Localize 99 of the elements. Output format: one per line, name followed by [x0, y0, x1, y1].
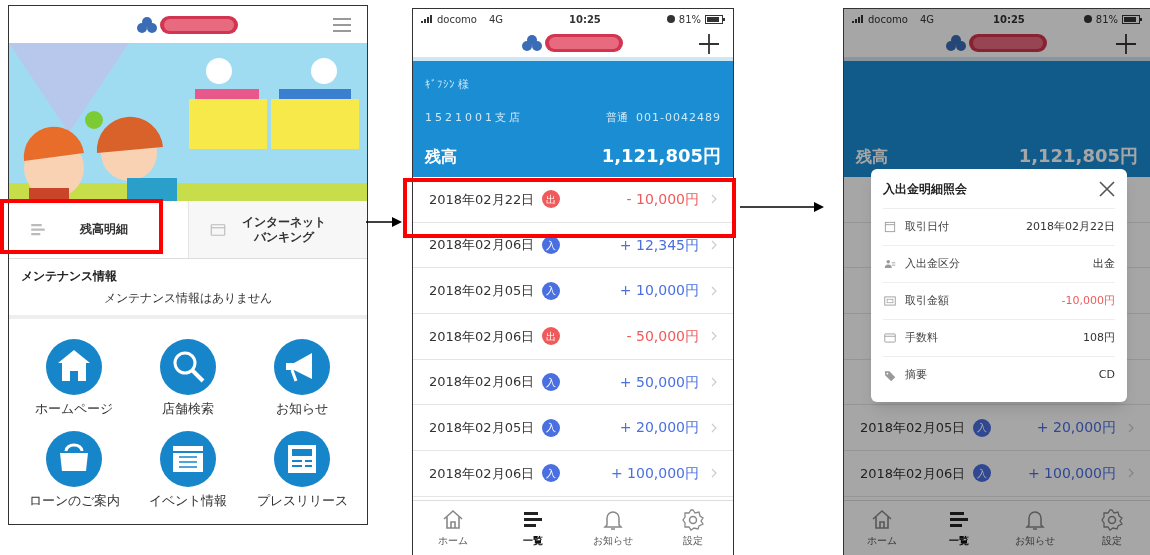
field-label: 取引金額: [905, 292, 949, 309]
status-time: 10:25: [993, 12, 1025, 27]
field-label: 摘要: [905, 367, 927, 384]
account-holder: ｷﾞﾌｼﾝ 様: [425, 77, 471, 93]
balance-label: 残高: [425, 146, 457, 168]
section-title: メンテナンス情報: [21, 268, 118, 285]
signal-icon: [421, 15, 433, 23]
shortcut-button[interactable]: インターネットバンキング: [187, 201, 367, 258]
status-time: 10:25: [569, 12, 601, 27]
person-icon: [883, 257, 897, 271]
logo-icon: [521, 32, 625, 54]
arrow-icon: [366, 217, 402, 227]
calendar-icon[interactable]: [160, 430, 216, 487]
tab-item[interactable]: 一覧: [493, 501, 573, 555]
bell-icon: [601, 508, 625, 532]
logo-icon: [945, 32, 1049, 54]
chevron-icon: [711, 468, 717, 479]
amount-text: + 100,000円: [1027, 463, 1116, 483]
balance-label: 残高: [856, 146, 888, 168]
field-label: 入出金区分: [905, 255, 960, 272]
field-label: 手数料: [905, 329, 938, 346]
plus-icon[interactable]: [1116, 34, 1136, 54]
battery-percent: 81%: [1095, 12, 1118, 27]
chevron-icon: [711, 331, 717, 342]
home-icon: [441, 508, 465, 532]
house-icon[interactable]: [46, 339, 102, 395]
menu-label[interactable]: ローンのご案内: [28, 490, 120, 510]
signal-icon: [852, 15, 864, 23]
menu-label[interactable]: お知らせ: [276, 399, 328, 419]
type-badge: 出: [542, 327, 561, 346]
dialog-title: 入出金明細照会: [883, 180, 967, 198]
balance-amount: 1,121,805円: [601, 144, 721, 168]
field-value: -10,000円: [1061, 292, 1115, 309]
field-value: 2018年02月22日: [1026, 218, 1115, 235]
arrow-icon: [740, 202, 824, 212]
chevron-icon: [1128, 422, 1134, 433]
type-badge: 入: [973, 464, 992, 483]
tab-item[interactable]: ホーム: [844, 501, 921, 555]
amount-text: + 100,000円: [610, 463, 699, 483]
info-message: メンテナンス情報はありません: [103, 290, 273, 307]
newspaper-icon[interactable]: [274, 430, 330, 487]
battery-icon: [1122, 14, 1142, 24]
type-badge: 入: [542, 281, 561, 300]
amount-text: + 50,000円: [619, 372, 699, 392]
chevron-icon: [1128, 468, 1134, 479]
tab-item[interactable]: お知らせ: [573, 501, 653, 555]
amount-text: - 10,000円: [626, 189, 699, 209]
type-badge: 入: [542, 464, 561, 483]
network-type: 4G: [919, 12, 935, 27]
tag-icon: [883, 368, 897, 383]
chevron-icon: [711, 377, 717, 388]
megaphone-icon[interactable]: [274, 339, 330, 395]
account-number: 001-0042489: [636, 109, 721, 126]
amount-text: + 20,000円: [1036, 418, 1116, 438]
network-type: 4G: [488, 12, 504, 27]
calendar-icon: [883, 220, 897, 234]
settings-icon: [1099, 508, 1124, 532]
logo-icon: [136, 13, 240, 36]
chevron-icon: [711, 422, 717, 433]
chevron-icon: [711, 194, 717, 205]
bell-icon: [1023, 508, 1048, 532]
amount-text: + 20,000円: [619, 418, 699, 438]
account-type: 普通: [606, 109, 629, 126]
menu-label[interactable]: プレスリリース: [256, 490, 348, 510]
type-badge: 出: [542, 190, 561, 209]
carrier-name: docomo: [868, 12, 908, 27]
field-label: 取引日付: [905, 218, 949, 235]
menu-icon[interactable]: [333, 18, 351, 32]
amount-text: + 10,000円: [619, 281, 699, 301]
chevron-icon: [711, 240, 717, 251]
type-badge: 入: [542, 373, 561, 392]
tab-item[interactable]: ホーム: [413, 501, 493, 555]
menu-label[interactable]: 店舗検索: [162, 399, 214, 419]
balance-amount: 1,121,805円: [1018, 144, 1138, 168]
menu-label[interactable]: イベント情報: [149, 490, 227, 510]
type-badge: 入: [542, 418, 561, 437]
branch-name: 1521001支店: [425, 109, 523, 126]
banknote-icon: [883, 294, 897, 308]
settings-icon: [681, 508, 705, 532]
field-value: 出金: [1093, 255, 1115, 272]
card-icon: [883, 331, 897, 345]
battery-icon: [705, 14, 725, 24]
amount-text: + 12,345円: [619, 235, 699, 255]
plus-icon[interactable]: [699, 34, 719, 54]
tab-item[interactable]: 一覧: [920, 501, 997, 555]
tab-item[interactable]: 設定: [1073, 501, 1150, 555]
menu-label[interactable]: ホームページ: [35, 399, 113, 419]
carrier-name: docomo: [437, 12, 477, 27]
search-icon[interactable]: [160, 339, 216, 395]
field-value: 108円: [1083, 329, 1115, 346]
chevron-icon: [711, 285, 717, 296]
close-icon[interactable]: [1099, 180, 1115, 197]
tab-item[interactable]: 設定: [653, 501, 733, 555]
field-value: CD: [1098, 367, 1115, 384]
type-badge: 入: [973, 418, 992, 437]
battery-percent: 81%: [678, 12, 701, 27]
purse-icon[interactable]: [46, 430, 102, 487]
amount-text: - 50,000円: [626, 326, 699, 346]
tab-item[interactable]: お知らせ: [997, 501, 1074, 555]
